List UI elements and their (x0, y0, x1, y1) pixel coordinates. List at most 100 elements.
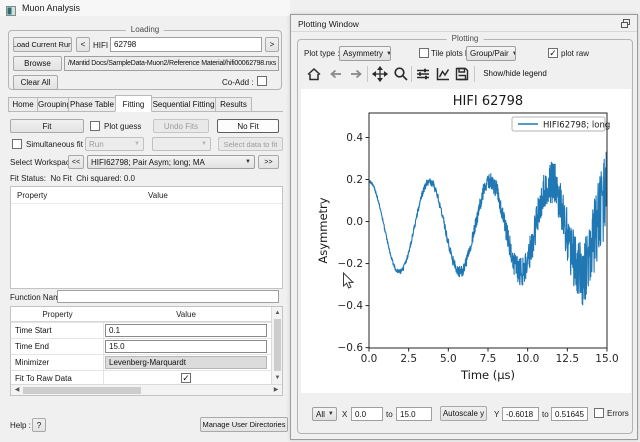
scroll-left-icon[interactable]: ◀ (12, 385, 22, 396)
select-data-to-fit-button[interactable]: Select data to fit (218, 137, 283, 151)
property-name: Time Start (11, 323, 104, 338)
tab-home[interactable]: Home (8, 97, 38, 112)
home-icon[interactable] (305, 65, 323, 83)
y-from-input[interactable]: -0.6018 (502, 407, 539, 421)
x-tick-label: 2.5 (400, 353, 417, 365)
tile-plots-checkbox[interactable] (419, 48, 429, 58)
muon-titlebar[interactable]: Muon Analysis (0, 0, 290, 16)
property-value-cell: Levenberg-Marquardt (104, 355, 268, 370)
float-window-icon[interactable] (621, 19, 630, 28)
forward-icon[interactable] (347, 65, 365, 83)
tab-phase-table[interactable]: Phase Table (68, 97, 116, 112)
y-tick-label: 0.0 (346, 216, 363, 228)
plotting-group-legend: Plotting (447, 34, 484, 43)
plot-guess-checkbox[interactable] (90, 121, 100, 131)
plot-type-label: Plot type : (304, 49, 340, 58)
muon-app-icon (6, 3, 16, 13)
pan-icon[interactable] (371, 65, 389, 83)
chevron-down-icon: ▼ (512, 51, 516, 57)
y-range-label: Y (494, 410, 499, 419)
settings-vscrollbar[interactable]: ▲ ▼ (271, 307, 282, 384)
hscroll-thumb[interactable] (23, 387, 141, 394)
scroll-up-icon[interactable]: ▲ (272, 308, 283, 318)
tab-sequential-fitting[interactable]: Sequential Fitting (151, 97, 216, 112)
plot-raw-checkbox[interactable]: ✓ (548, 48, 558, 58)
help-button[interactable]: ? (32, 418, 46, 432)
workspace-next-button[interactable]: >> (258, 155, 279, 169)
show-hide-legend-button[interactable]: Show/hide legend (479, 66, 551, 81)
y-axis-label: Asymmetry (316, 197, 330, 263)
browse-button[interactable]: Browse (13, 56, 62, 71)
zoom-icon[interactable] (392, 65, 410, 83)
value-field[interactable]: 15.0 (105, 340, 267, 353)
back-icon[interactable] (327, 65, 345, 83)
table-row: Time Start0.1 (11, 322, 282, 338)
errors-checkbox[interactable] (594, 408, 604, 418)
plot-type-combo[interactable]: Asymmetry▼ (339, 46, 391, 61)
simultaneous-scope-value: Run (89, 140, 104, 149)
workspace-prev-button[interactable]: << (68, 155, 84, 169)
x-to-input[interactable]: 15.0 (396, 407, 432, 421)
tab-grouping[interactable]: Grouping (37, 97, 69, 112)
value-field[interactable]: Levenberg-Marquardt (105, 356, 267, 369)
to-label: to (542, 410, 549, 419)
subplots-icon[interactable] (414, 65, 432, 83)
clear-all-button[interactable]: Clear All (13, 75, 58, 90)
settings-hscrollbar[interactable]: ◀ ▶ (11, 384, 282, 395)
tab-results[interactable]: Results (215, 97, 252, 112)
workspace-combo[interactable]: HIFI62798; Pair Asym; long; MA▼ (87, 155, 255, 169)
prev-run-button[interactable]: < (76, 37, 90, 52)
manage-user-directories-button[interactable]: Manage User Directories (200, 417, 288, 432)
co-add-label: Co-Add : (222, 78, 254, 87)
y-tick-label: 0.2 (346, 174, 363, 186)
simultaneous-item-combo[interactable]: ▼ (152, 137, 211, 151)
no-fit-button[interactable]: No Fit (217, 119, 279, 133)
simultaneous-fit-checkbox[interactable] (12, 139, 22, 149)
scope-combo[interactable]: All▼ (312, 407, 337, 421)
plot-canvas[interactable]: HIFI 627980.02.55.07.510.012.515.0−0.6−0… (301, 89, 631, 393)
scope-value: All (316, 410, 325, 419)
chevron-down-icon: ▼ (201, 141, 207, 147)
load-current-run-button[interactable]: Load Current Run (13, 37, 72, 52)
help-label: Help : (10, 421, 31, 430)
plot-title: HIFI 62798 (453, 94, 523, 109)
autoscale-y-button[interactable]: Autoscale y (440, 406, 487, 421)
run-number-input[interactable]: 62798 (110, 37, 262, 52)
x-tick-label: 0.0 (361, 353, 378, 365)
plot-type-value: Asymmetry (343, 49, 383, 58)
table-row: MinimizerLevenberg-Marquardt (11, 354, 282, 370)
x-range-label: X (342, 410, 347, 419)
scroll-down-icon[interactable]: ▼ (272, 373, 283, 383)
select-workspace-label: Select Workspace (10, 158, 74, 167)
customize-plot-icon[interactable] (434, 65, 452, 83)
vscroll-thumb[interactable] (274, 319, 281, 371)
x-tick-label: 5.0 (440, 353, 457, 365)
table-row: Time End15.0 (11, 338, 282, 354)
next-run-button[interactable]: > (265, 37, 279, 52)
results-header-property: Property (17, 191, 47, 200)
y-to-input[interactable]: 0.51645 (551, 407, 588, 421)
toolbar-separator (411, 66, 412, 82)
undo-fits-button[interactable]: Undo Fits (153, 119, 209, 133)
fit-button[interactable]: Fit (10, 119, 84, 133)
x-from-input[interactable]: 0.0 (351, 407, 383, 421)
plotting-titlebar[interactable]: Plotting Window (291, 15, 637, 32)
y-tick-label: −0.2 (338, 258, 364, 270)
fit-to-raw-checkbox[interactable]: ✓ (181, 373, 191, 383)
x-tick-label: 7.5 (480, 353, 497, 365)
scroll-right-icon[interactable]: ▶ (271, 385, 281, 396)
file-path-field[interactable]: /Mantid Docs/SampleData-Muon2/Reference … (64, 56, 279, 71)
save-icon[interactable] (453, 65, 471, 83)
function-name-input[interactable] (57, 290, 279, 303)
tab-fitting[interactable]: Fitting (115, 95, 152, 112)
tab-bar: HomeGroupingPhase TableFittingSequential… (8, 95, 251, 112)
plot-canvas-svg: HIFI 627980.02.55.07.510.012.515.0−0.6−0… (301, 89, 631, 393)
property-value-cell: 0.1 (104, 323, 268, 338)
simultaneous-scope-combo[interactable]: Run▼ (85, 137, 144, 151)
co-add-checkbox[interactable] (257, 76, 267, 86)
settings-header-property: Property (11, 307, 104, 321)
tile-by-combo[interactable]: Group/Pair▼ (466, 46, 516, 61)
mouse-cursor (342, 272, 354, 290)
fit-results-table[interactable]: Property Value (10, 186, 283, 289)
value-field[interactable]: 0.1 (105, 324, 267, 337)
